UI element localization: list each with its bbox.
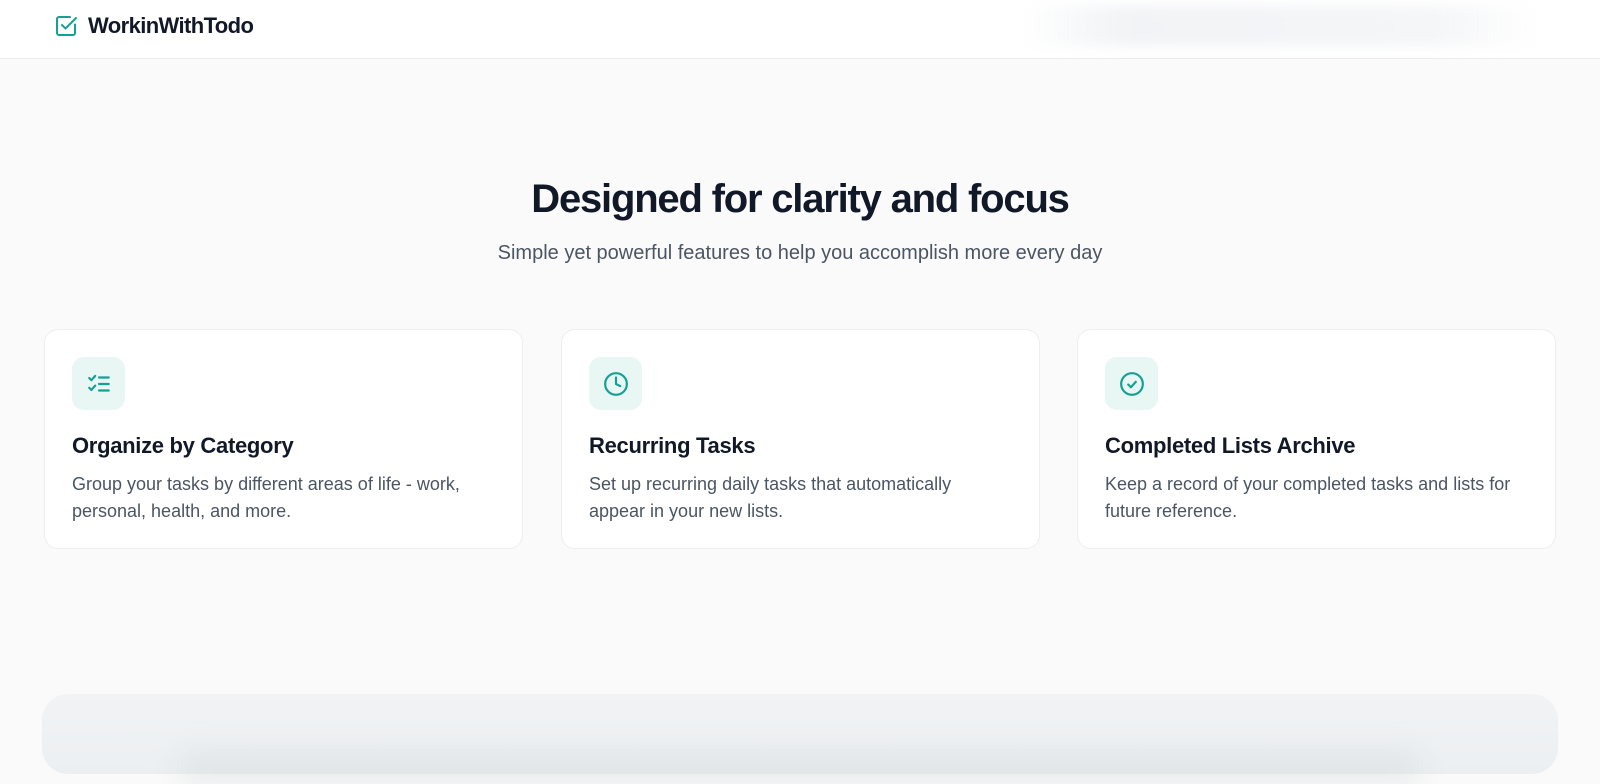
feature-icon-wrapper bbox=[589, 357, 642, 410]
feature-card-recurring: Recurring Tasks Set up recurring daily t… bbox=[561, 329, 1040, 549]
feature-description: Group your tasks by different areas of l… bbox=[72, 474, 460, 521]
next-section-panel bbox=[42, 694, 1558, 774]
feature-title: Organize by Category bbox=[72, 433, 294, 458]
brand-name: WorkinWithTodo bbox=[88, 13, 254, 38]
check-circle-icon bbox=[1119, 371, 1144, 396]
section-subtitle: Simple yet powerful features to help you… bbox=[497, 242, 1103, 264]
feature-description: Set up recurring daily tasks that automa… bbox=[589, 474, 952, 521]
feature-card-archive: Completed Lists Archive Keep a record of… bbox=[1077, 329, 1556, 549]
list-checks-icon bbox=[87, 374, 110, 392]
checkbox-check-icon bbox=[56, 16, 77, 36]
feature-title: Recurring Tasks bbox=[589, 433, 756, 458]
brand-link[interactable]: WorkinWithTodo bbox=[54, 13, 254, 39]
navbar-actions-blurred bbox=[1020, 6, 1540, 46]
feature-icon-wrapper bbox=[1105, 357, 1158, 410]
top-navbar: WorkinWithTodo bbox=[0, 0, 1600, 59]
feature-title: Completed Lists Archive bbox=[1105, 433, 1356, 458]
feature-description: Keep a record of your completed tasks an… bbox=[1105, 474, 1511, 521]
section-title: Designed for clarity and focus bbox=[531, 177, 1070, 221]
feature-card-organize: Organize by Category Group your tasks by… bbox=[44, 329, 523, 549]
clock-icon bbox=[603, 371, 628, 396]
feature-icon-wrapper bbox=[72, 357, 125, 410]
